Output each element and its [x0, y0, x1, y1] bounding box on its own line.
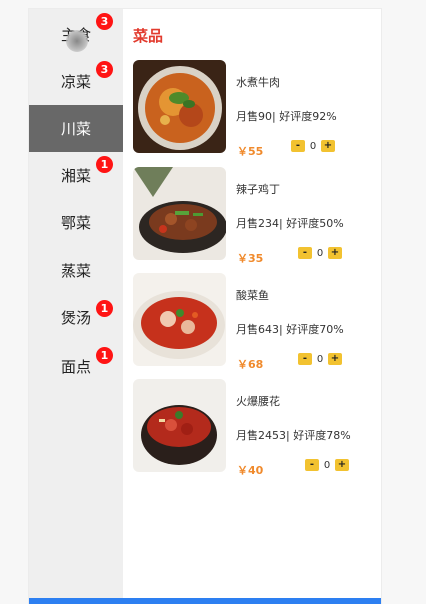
- category-item-sichuan[interactable]: 川菜: [29, 105, 123, 152]
- dish-sales: 月售90| 好评度92%: [236, 110, 337, 123]
- section-title: 菜品: [133, 27, 164, 45]
- dish-name: 酸菜鱼: [236, 289, 269, 302]
- quantity-value: 0: [316, 247, 324, 259]
- quantity-stepper: - 0 +: [298, 353, 342, 365]
- category-badge: 1: [96, 300, 113, 317]
- category-sidebar: 主食 3 凉菜 3 川菜 湘菜 1 鄂菜 蒸菜 煲汤 1 面点 1: [29, 9, 123, 604]
- dish-item: 酸菜鱼 月售643| 好评度70% ￥68 - 0 +: [133, 273, 378, 371]
- dish-name: 水煮牛肉: [236, 76, 280, 89]
- increase-button[interactable]: +: [335, 459, 349, 471]
- decrease-button[interactable]: -: [298, 247, 312, 259]
- category-label: 湘菜: [60, 167, 91, 185]
- dish-image[interactable]: [133, 167, 226, 260]
- dish-name: 辣子鸡丁: [236, 183, 280, 196]
- category-label: 凉菜: [60, 73, 91, 91]
- dish-price: ￥40: [237, 464, 264, 477]
- dish-sales: 月售643| 好评度70%: [236, 323, 344, 336]
- category-item-steamed[interactable]: 蒸菜: [29, 247, 123, 294]
- category-item-hubei[interactable]: 鄂菜: [29, 199, 123, 246]
- dish-image[interactable]: [133, 379, 226, 472]
- quantity-stepper: - 0 +: [291, 140, 335, 152]
- decrease-button[interactable]: -: [305, 459, 319, 471]
- dish-price: ￥68: [237, 358, 264, 371]
- touch-indicator: [66, 30, 88, 52]
- dish-item: 辣子鸡丁 月售234| 好评度50% ￥35 - 0 +: [133, 167, 378, 265]
- category-label: 蒸菜: [60, 262, 91, 280]
- dish-sales: 月售234| 好评度50%: [236, 217, 344, 230]
- dish-item: 水煮牛肉 月售90| 好评度92% ￥55 - 0 +: [133, 60, 378, 158]
- decrease-button[interactable]: -: [298, 353, 312, 365]
- dish-price: ￥35: [237, 252, 264, 265]
- increase-button[interactable]: +: [328, 247, 342, 259]
- dish-image[interactable]: [133, 273, 226, 366]
- category-label: 煲汤: [60, 309, 91, 327]
- dish-price: ￥55: [237, 145, 264, 158]
- dish-sales: 月售2453| 好评度78%: [236, 429, 351, 442]
- quantity-stepper: - 0 +: [298, 247, 342, 259]
- dish-name: 火爆腰花: [236, 395, 280, 408]
- category-label: 川菜: [60, 120, 91, 138]
- category-label: 鄂菜: [60, 214, 91, 232]
- category-badge: 3: [96, 13, 113, 30]
- quantity-value: 0: [309, 140, 317, 152]
- quantity-value: 0: [316, 353, 324, 365]
- quantity-value: 0: [323, 459, 331, 471]
- category-badge: 1: [96, 347, 113, 364]
- category-badge: 3: [96, 61, 113, 78]
- category-badge: 1: [96, 156, 113, 173]
- increase-button[interactable]: +: [321, 140, 335, 152]
- app-screen: 主食 3 凉菜 3 川菜 湘菜 1 鄂菜 蒸菜 煲汤 1 面点 1 菜品: [29, 9, 381, 604]
- decrease-button[interactable]: -: [291, 140, 305, 152]
- bottom-bar: [29, 598, 381, 604]
- increase-button[interactable]: +: [328, 353, 342, 365]
- dish-item: 火爆腰花 月售2453| 好评度78% ￥40 - 0 +: [133, 379, 378, 477]
- quantity-stepper: - 0 +: [305, 459, 349, 471]
- dish-image[interactable]: [133, 60, 226, 153]
- category-label: 面点: [60, 358, 91, 376]
